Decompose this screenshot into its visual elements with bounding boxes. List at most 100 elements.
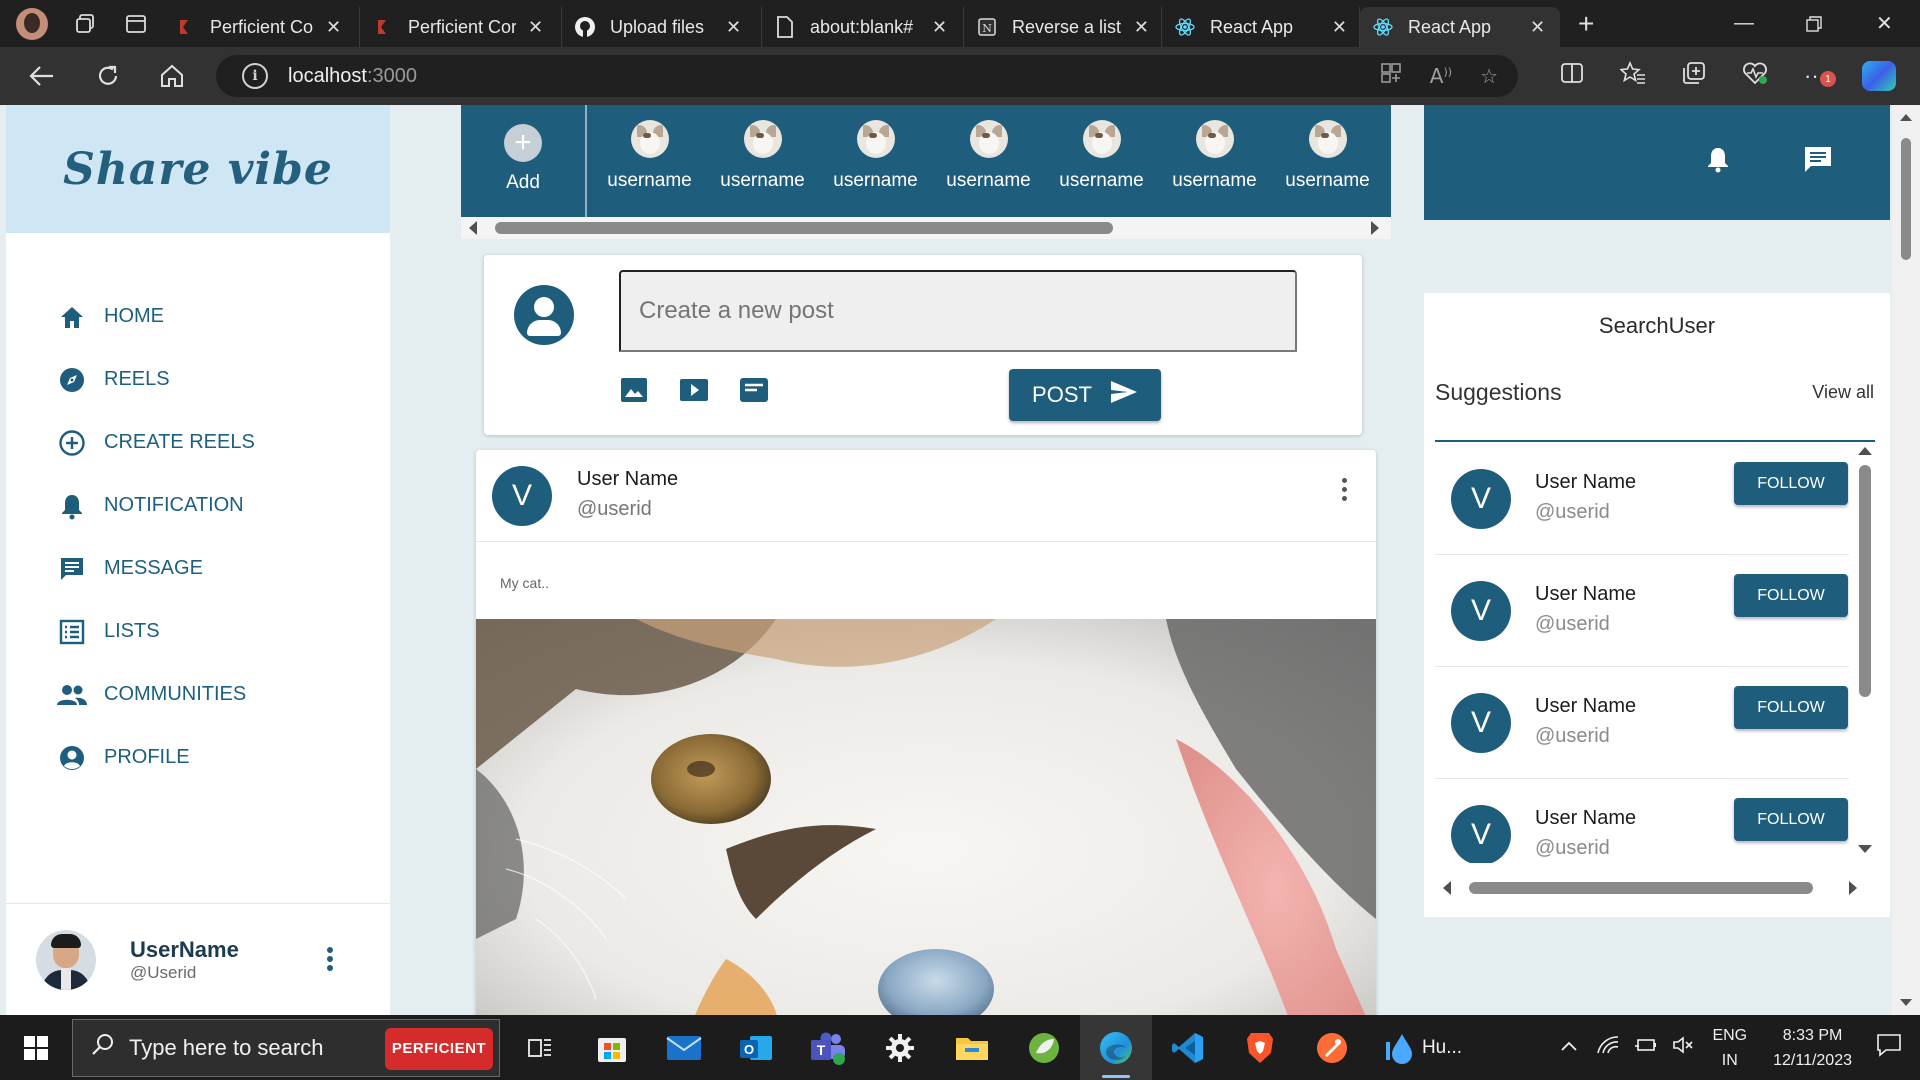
menu-item-home[interactable]: HOME [6, 285, 390, 348]
brave-icon[interactable] [1224, 1015, 1296, 1080]
workspaces-icon[interactable] [74, 12, 98, 36]
chevron-up-icon[interactable] [1560, 1039, 1578, 1057]
edge-browser-icon[interactable] [1080, 1015, 1152, 1080]
browser-essentials-icon[interactable] [1742, 61, 1768, 91]
split-screen-icon[interactable] [1560, 62, 1584, 90]
scrollbar-thumb[interactable] [1859, 465, 1871, 697]
story-item[interactable]: username [593, 105, 706, 217]
story-item[interactable]: username [1158, 105, 1271, 217]
restore-button[interactable] [1806, 0, 1822, 47]
menu-item-notification[interactable]: NOTIFICATION [6, 474, 390, 537]
image-icon[interactable] [619, 375, 649, 405]
close-icon[interactable]: ✕ [1530, 17, 1545, 38]
close-icon[interactable]: ✕ [528, 17, 543, 38]
perficient-logo[interactable]: PERFICIENT [385, 1027, 493, 1070]
teams-icon[interactable]: T [792, 1015, 864, 1080]
suggestions-vertical-scrollbar[interactable] [1854, 443, 1876, 853]
suggestion-name[interactable]: User Name [1535, 583, 1636, 606]
view-all-link[interactable]: View all [1812, 382, 1874, 403]
microsoft-store-icon[interactable] [576, 1015, 648, 1080]
new-tab-button[interactable]: + [1578, 8, 1594, 40]
suggestion-name[interactable]: User Name [1535, 471, 1636, 494]
stories-horizontal-scrollbar[interactable] [461, 217, 1391, 239]
suggestions-horizontal-scrollbar[interactable] [1435, 877, 1865, 899]
suggestion-name[interactable]: User Name [1535, 807, 1636, 830]
settings-more-icon[interactable]: ··· 1 [1804, 63, 1836, 89]
story-item[interactable]: username [1045, 105, 1158, 217]
more-vert-icon[interactable] [1342, 478, 1348, 501]
suggestion-name[interactable]: User Name [1535, 695, 1636, 718]
scroll-right-arrow-icon[interactable] [1849, 881, 1857, 895]
close-icon[interactable]: ✕ [726, 17, 741, 38]
message-icon[interactable] [1802, 143, 1834, 175]
tab-about-blank[interactable]: about:blank# ✕ [762, 7, 964, 47]
app-available-icon[interactable] [1380, 62, 1402, 90]
avatar[interactable] [36, 929, 96, 990]
scroll-down-arrow-icon[interactable] [1858, 845, 1872, 853]
search-user-label[interactable]: SearchUser [1424, 313, 1890, 339]
collections-icon[interactable] [1682, 61, 1706, 91]
close-icon[interactable]: ✕ [1332, 17, 1347, 38]
copilot-icon[interactable] [1862, 61, 1896, 91]
more-vert-icon[interactable] [326, 946, 334, 972]
task-view-icon[interactable] [504, 1015, 576, 1080]
vscode-icon[interactable] [1152, 1015, 1224, 1080]
post-image-cat[interactable] [476, 619, 1376, 1015]
notifications-icon[interactable] [1876, 1033, 1902, 1062]
menu-item-create-reels[interactable]: CREATE REELS [6, 411, 390, 474]
read-aloud-icon[interactable]: A)) [1430, 64, 1452, 88]
tab-react-app-1[interactable]: React App ✕ [1162, 7, 1360, 47]
post-author-name[interactable]: User Name [577, 468, 678, 491]
tab-actions-icon[interactable] [124, 12, 148, 36]
scroll-right-arrow-icon[interactable] [1371, 221, 1379, 235]
scroll-up-arrow-icon[interactable] [1858, 447, 1872, 455]
avatar[interactable]: V [1451, 469, 1511, 529]
home-button[interactable] [152, 56, 192, 96]
close-icon[interactable]: ✕ [932, 17, 947, 38]
create-post-input[interactable] [619, 270, 1297, 352]
menu-item-profile[interactable]: PROFILE [6, 726, 390, 789]
mail-icon[interactable] [648, 1015, 720, 1080]
menu-item-communities[interactable]: COMMUNITIES [6, 663, 390, 726]
menu-item-message[interactable]: MESSAGE [6, 537, 390, 600]
follow-button[interactable]: FOLLOW [1734, 574, 1848, 617]
wifi-icon[interactable] [1596, 1035, 1620, 1060]
follow-button[interactable]: FOLLOW [1734, 798, 1848, 841]
battery-icon[interactable] [1634, 1036, 1658, 1059]
story-item[interactable]: username [932, 105, 1045, 217]
file-explorer-icon[interactable] [936, 1015, 1008, 1080]
story-item[interactable]: username [706, 105, 819, 217]
close-icon[interactable]: ✕ [326, 17, 341, 38]
menu-item-lists[interactable]: LISTS [6, 600, 390, 663]
tab-perficient-1[interactable]: Perficient Cor ✕ [162, 7, 360, 47]
avatar[interactable]: V [492, 466, 552, 526]
taskbar-search[interactable]: Type here to search PERFICIENT [72, 1018, 500, 1077]
tab-github-upload[interactable]: Upload files ✕ [562, 7, 762, 47]
scroll-down-arrow-icon[interactable] [1900, 999, 1912, 1006]
menu-item-reels[interactable]: REELS [6, 348, 390, 411]
postman-icon[interactable] [1296, 1015, 1368, 1080]
avatar[interactable]: V [1451, 693, 1511, 753]
scroll-left-arrow-icon[interactable] [1443, 881, 1451, 895]
post-button[interactable]: POST [1009, 369, 1161, 421]
scroll-left-arrow-icon[interactable] [469, 221, 477, 235]
refresh-button[interactable] [88, 56, 128, 96]
language-indicator[interactable]: ENG IN [1712, 1023, 1747, 1073]
avatar[interactable]: V [1451, 805, 1511, 863]
video-icon[interactable] [679, 375, 709, 405]
page-vertical-scrollbar[interactable] [1892, 105, 1920, 1015]
story-item[interactable]: username [1271, 105, 1384, 217]
start-button[interactable] [0, 1015, 72, 1080]
story-item[interactable]: username [819, 105, 932, 217]
back-button[interactable] [22, 56, 62, 96]
avatar[interactable]: V [1451, 581, 1511, 641]
add-story-button[interactable]: + Add [461, 105, 587, 217]
outlook-icon[interactable]: O [720, 1015, 792, 1080]
scrollbar-thumb[interactable] [1901, 138, 1911, 260]
scrollbar-thumb[interactable] [495, 222, 1113, 234]
favorite-star-icon[interactable]: ☆ [1480, 64, 1498, 89]
close-icon[interactable]: ✕ [1134, 17, 1149, 38]
article-icon[interactable] [739, 375, 769, 405]
follow-button[interactable]: FOLLOW [1734, 686, 1848, 729]
follow-button[interactable]: FOLLOW [1734, 462, 1848, 505]
